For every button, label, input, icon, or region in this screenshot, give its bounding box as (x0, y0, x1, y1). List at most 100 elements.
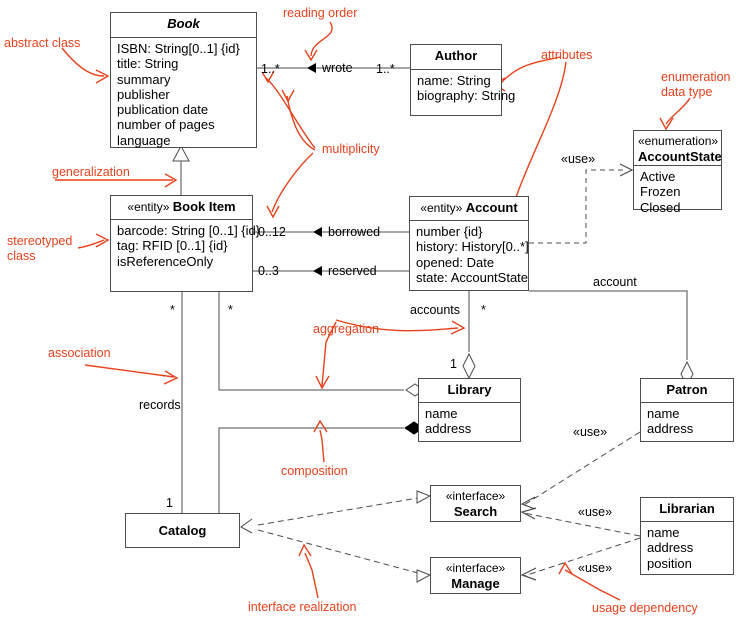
class-name-patron: Patron (666, 382, 708, 397)
attribute: address (647, 540, 694, 556)
class-box-book-item[interactable]: «entity» Book Item barcode: String [0..1… (110, 195, 261, 292)
class-box-account-state[interactable]: «enumeration» AccountState Active Frozen… (633, 130, 722, 215)
annotation-enumeration-line1: enumeration (661, 70, 731, 84)
enum-literal: Closed (640, 199, 681, 215)
stereotype-label: «entity» (420, 201, 466, 215)
annotation-attributes: attributes (541, 48, 593, 62)
edge-label-wrote-left-multiplicity: 1..* (261, 62, 280, 76)
edge-label-book-item-star-left: * (170, 303, 175, 317)
annotation-abstract-class: abstract class (4, 36, 81, 50)
enum-literals-account-state: Active Frozen Closed (634, 166, 721, 219)
annotation-stereotyped-line1: stereotyped (7, 234, 73, 248)
class-box-book[interactable]: Book ISBN: String[0..1] {id} title: Stri… (110, 12, 257, 148)
attribute: title: String (117, 56, 179, 72)
attribute: address (425, 421, 472, 437)
class-name-manage: Manage (451, 576, 500, 591)
class-header-manage: «interface» Manage (431, 558, 520, 593)
stereotype-label: «interface» (445, 561, 506, 575)
attribute: publication date (117, 102, 209, 118)
attribute: position (647, 555, 692, 571)
attribute: tag: RFID [0..1] {id} (117, 238, 228, 254)
class-name-account-state: AccountState (638, 149, 722, 164)
edge-label-records-role: records (139, 398, 181, 412)
edge-label-wrote-right-multiplicity: 1..* (376, 62, 395, 76)
annotation-enumeration-data-type: enumeration data type (661, 70, 731, 99)
class-header-book: Book (111, 13, 256, 37)
class-box-librarian[interactable]: Librarian name address position (640, 497, 734, 575)
class-box-author[interactable]: Author name: String biography: String (410, 44, 516, 116)
enum-literal: Active (640, 169, 676, 184)
annotation-multiplicity: multiplicity (322, 142, 380, 156)
annotation-association: association (48, 346, 111, 360)
annotation-generalization: generalization (52, 165, 130, 179)
annotation-usage-dependency: usage dependency (592, 601, 698, 615)
class-box-library[interactable]: Library name address (418, 378, 521, 442)
class-name-account: Account (465, 200, 518, 215)
attribute: ISBN: String[0..1] {id} (117, 41, 240, 56)
class-name-search: Search (453, 504, 498, 519)
class-header-search: «interface» Search (431, 486, 520, 521)
edge-label-use-account-state: «use» (561, 152, 596, 166)
edge-label-catalog-multiplicity: 1 (166, 496, 173, 510)
class-header-author: Author (411, 45, 501, 69)
class-attributes-library: name address (419, 403, 520, 441)
attribute: language (117, 132, 171, 148)
class-box-catalog[interactable]: Catalog (125, 513, 240, 548)
edge-label-accounts-role: accounts (410, 303, 461, 317)
edge-label-library-multiplicity: 1 (450, 357, 457, 371)
attribute: name (647, 406, 680, 421)
edge-label-reserved: reserved (328, 264, 377, 278)
class-box-patron[interactable]: Patron name address (640, 378, 734, 442)
edge-label-account-role: account (593, 275, 637, 289)
attribute: publisher (117, 86, 170, 102)
annotation-enumeration-line2: data type (661, 84, 713, 99)
class-name-library: Library (447, 382, 492, 397)
annotation-reading-order: reading order (283, 6, 358, 20)
class-header-account-state: «enumeration» AccountState (634, 131, 722, 165)
class-name-book: Book (167, 16, 200, 31)
edge-label-use-librarian-manage: «use» (578, 561, 613, 575)
attribute: state: AccountState (416, 269, 529, 285)
class-attributes-account: number {id} history: History[0..*] opene… (410, 221, 529, 289)
edge-label-use-librarian-search: «use» (578, 505, 613, 519)
class-header-catalog: Catalog (126, 514, 239, 547)
class-attributes-librarian: name address position (641, 522, 733, 575)
class-name-author: Author (434, 48, 478, 63)
class-attributes-book-item: barcode: String [0..1] {id} tag: RFID [0… (111, 220, 261, 273)
annotation-stereotyped-line2: class (7, 248, 36, 263)
annotation-interface-realization: interface realization (248, 600, 357, 614)
class-box-account[interactable]: «entity» Account number {id} history: Hi… (409, 196, 529, 291)
class-attributes-book: ISBN: String[0..1] {id} title: String su… (111, 38, 256, 152)
attribute: opened: Date (416, 254, 495, 270)
edge-label-accounts-multiplicity: * (481, 303, 486, 317)
attribute: biography: String (417, 88, 516, 104)
enum-literal: Frozen (640, 184, 681, 200)
attribute: name (425, 406, 458, 421)
attribute: address (647, 421, 694, 437)
edge-label-wrote: wrote (322, 61, 353, 75)
class-header-library: Library (419, 379, 520, 402)
annotation-composition: composition (281, 464, 348, 478)
attribute: number of pages (117, 117, 215, 133)
class-name-book-item: Book Item (172, 199, 236, 214)
annotation-aggregation: aggregation (313, 322, 380, 336)
annotation-stereotyped-class: stereotyped class (7, 234, 72, 263)
uml-class-diagram: Book ISBN: String[0..1] {id} title: Stri… (0, 0, 736, 625)
edge-label-borrowed: borrowed (328, 225, 381, 239)
class-box-search-interface[interactable]: «interface» Search (430, 485, 521, 522)
attribute: name (647, 525, 680, 540)
stereotype-label: «entity» (127, 200, 173, 214)
class-header-patron: Patron (641, 379, 733, 402)
edge-label-book-item-star-right: * (228, 303, 233, 317)
stereotype-label: «interface» (445, 489, 506, 503)
class-box-manage-interface[interactable]: «interface» Manage (430, 557, 521, 594)
class-name-librarian: Librarian (659, 501, 715, 516)
attribute: summary (117, 71, 171, 87)
class-attributes-author: name: String biography: String (411, 70, 516, 108)
edge-label-reserved-multiplicity: 0..3 (258, 264, 279, 278)
class-attributes-patron: name address (641, 403, 733, 441)
attribute: barcode: String [0..1] {id} (117, 223, 261, 238)
class-header-account: «entity» Account (410, 197, 528, 220)
class-header-librarian: Librarian (641, 498, 733, 521)
attribute: history: History[0..*] (416, 239, 529, 255)
